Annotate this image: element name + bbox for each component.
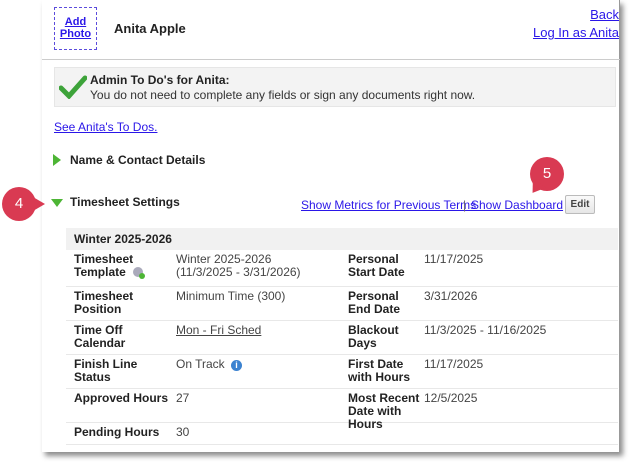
expand-arrow-icon[interactable] — [53, 154, 61, 166]
row-value: 30 — [176, 425, 190, 439]
show-dashboard-link[interactable]: Show Dashboard — [471, 198, 563, 212]
row-label: Timesheet Template — [74, 252, 174, 280]
log-in-as-link[interactable]: Log In as Anita — [533, 25, 619, 40]
row-value: Winter 2025-2026 (11/3/2025 - 3/31/2026) — [176, 252, 301, 279]
callout-pointer — [33, 197, 45, 211]
checkmark-icon — [59, 75, 87, 99]
table-row: Timesheet Template Winter 2025-2026 (11/… — [66, 250, 618, 287]
row-label: Approved Hours — [74, 391, 169, 405]
row-value: Minimum Time (300) — [176, 289, 286, 303]
person-name: Anita Apple — [114, 21, 186, 36]
table-row: Finish Line Status On Track i First Date… — [66, 355, 618, 389]
table-row: Time Off Calendar Mon - Fri Sched Blacko… — [66, 321, 618, 355]
row-label: First Date with Hours — [348, 357, 410, 384]
row-value: 27 — [176, 391, 190, 405]
collapse-arrow-icon[interactable] — [51, 199, 63, 207]
row-value: On Track i — [176, 358, 243, 371]
link-separator: | — [463, 198, 467, 212]
row-value: 11/17/2025 — [424, 357, 484, 371]
time-off-calendar-link[interactable]: Mon - Fri Sched — [176, 324, 261, 337]
see-todos-link[interactable]: See Anita's To Dos. — [54, 120, 157, 134]
table-row: Pending Hours 30 — [66, 423, 618, 445]
row-label: Personal End Date — [348, 289, 401, 316]
timesheet-settings-table: Winter 2025-2026 Timesheet Template Wint… — [66, 228, 618, 445]
row-label: Pending Hours — [74, 425, 160, 439]
row-label: Finish Line Status — [74, 357, 138, 384]
row-value: 3/31/2026 — [424, 289, 478, 303]
divider — [42, 59, 620, 60]
row-value: 11/17/2025 — [424, 252, 484, 266]
term-header: Winter 2025-2026 — [66, 228, 618, 250]
section-timesheet-settings[interactable]: Timesheet Settings — [70, 195, 180, 209]
row-label: Blackout Days — [348, 323, 399, 350]
show-metrics-link[interactable]: Show Metrics for Previous Terms — [301, 198, 476, 212]
template-settings-icon[interactable] — [132, 266, 146, 280]
table-row: Timesheet Position Minimum Time (300) Pe… — [66, 287, 618, 321]
back-link[interactable]: Back — [590, 7, 619, 22]
callout-4: 4 — [2, 187, 36, 221]
section-name-contact[interactable]: Name & Contact Details — [70, 153, 205, 167]
row-label: Time Off Calendar — [74, 323, 126, 350]
row-value: 11/3/2025 - 11/16/2025 — [424, 323, 547, 337]
todo-message: You do not need to complete any fields o… — [90, 88, 476, 102]
add-photo-button[interactable]: Add Photo — [54, 7, 97, 50]
admin-todo-box: Admin To Do's for Anita: You do not need… — [54, 67, 616, 107]
edit-button[interactable]: Edit — [565, 195, 595, 214]
row-value: 12/5/2025 — [424, 391, 478, 405]
todo-title: Admin To Do's for Anita: — [90, 73, 230, 87]
table-row: Approved Hours 27 Most Recent Date with … — [66, 389, 618, 431]
row-label: Personal Start Date — [348, 252, 405, 279]
row-label: Timesheet Position — [74, 289, 134, 316]
info-icon[interactable]: i — [231, 360, 243, 371]
